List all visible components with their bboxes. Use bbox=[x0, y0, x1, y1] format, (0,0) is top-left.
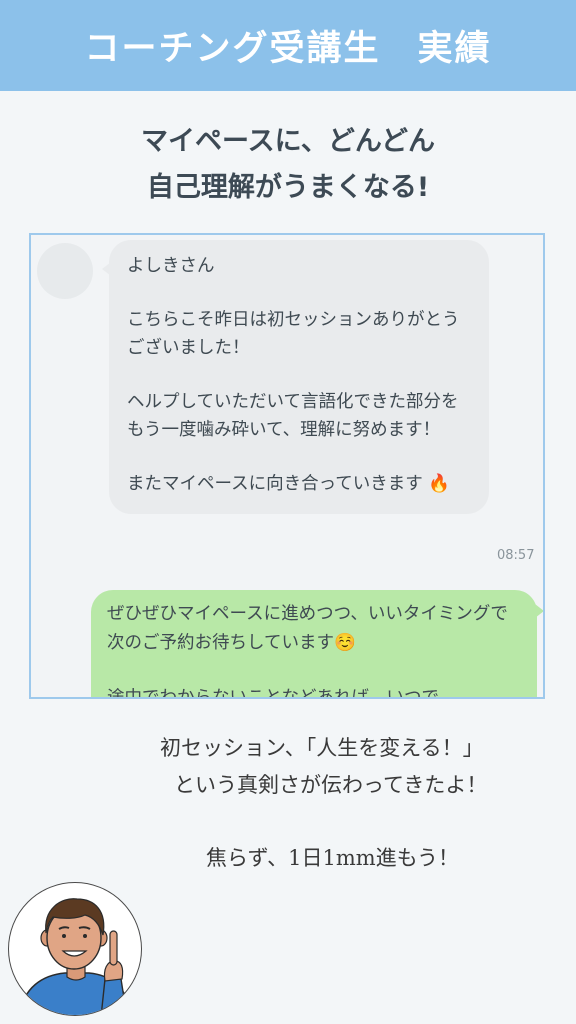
outgoing-paragraph: ぜひぜひマイペースに進めつつ、いいタイミングで次のご予約お待ちしています☺️ bbox=[107, 604, 508, 653]
headline: マイペースに、どんどん 自己理解がうまくなる! bbox=[0, 119, 576, 211]
incoming-paragraph: ヘルプしていただいて言語化できた部分をもう一度噛み砕いて、理解に努めます！ bbox=[127, 392, 459, 440]
coach-pointing-icon bbox=[8, 882, 142, 1016]
header-title: コーチング受講生 実績 bbox=[84, 29, 492, 69]
incoming-paragraph: こちらこそ昨日は初セッションありがとうございました！ bbox=[127, 310, 460, 358]
comment-line-1: 初セッション、「人生を変える！」 bbox=[160, 736, 484, 760]
outgoing-message: ぜひぜひマイペースに進めつつ、いいタイミングで次のご予約お待ちしています☺️ 途… bbox=[91, 590, 543, 699]
chat-screenshot: よしきさん こちらこそ昨日は初セッションありがとうございました！ ヘルプしていた… bbox=[29, 233, 545, 699]
sender-avatar bbox=[37, 243, 93, 299]
incoming-paragraph: よしきさん bbox=[127, 256, 215, 276]
outgoing-paragraph: 途中でわからないことなどあれば、いつで bbox=[107, 688, 439, 699]
coach-comment: 初セッション、「人生を変える！」 という真剣さが伝わってきたよ！ 焦らず、1日1… bbox=[150, 730, 550, 877]
header-banner: コーチング受講生 実績 bbox=[0, 0, 576, 91]
incoming-paragraph: またマイペースに向き合っていきます 🔥 bbox=[127, 474, 451, 494]
comment-line-3: 焦らず、1日1mm進もう！ bbox=[206, 846, 460, 870]
headline-line-2: 自己理解がうまくなる! bbox=[146, 172, 430, 203]
comment-line-2: という真剣さが伝わってきたよ！ bbox=[174, 773, 488, 797]
message-timestamp: 08:57 bbox=[497, 548, 535, 563]
incoming-message: よしきさん こちらこそ昨日は初セッションありがとうございました！ ヘルプしていた… bbox=[102, 240, 489, 514]
headline-line-1: マイペースに、どんどん bbox=[140, 126, 436, 157]
